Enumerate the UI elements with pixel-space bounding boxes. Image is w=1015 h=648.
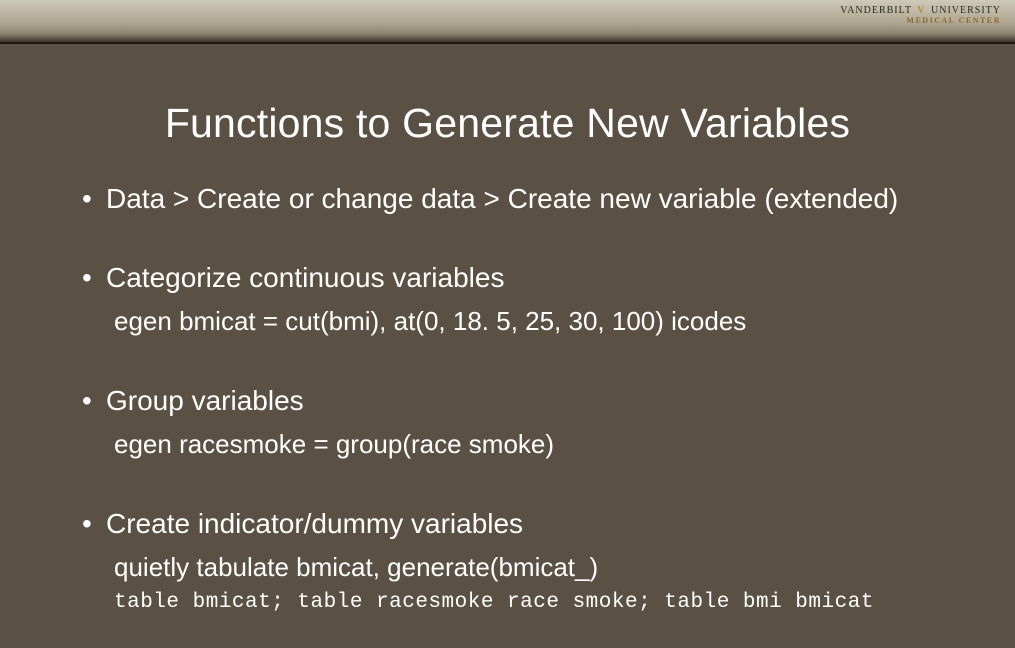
bullet-text: Data > Create or change data > Create ne… [106, 183, 898, 214]
bullet-item: Data > Create or change data > Create ne… [82, 181, 995, 216]
slide-title: Functions to Generate New Variables [0, 100, 1015, 147]
bullet-sub: quietly tabulate bmicat, generate(bmicat… [106, 551, 995, 585]
bullet-code: table bmicat; table racesmoke race smoke… [106, 590, 995, 616]
logo-text-right: UNIVERSITY [931, 5, 1001, 16]
bullet-item: Categorize continuous variables egen bmi… [82, 260, 995, 339]
bullet-item: Group variables egen racesmoke = group(r… [82, 383, 995, 462]
bullet-text: Categorize continuous variables [106, 262, 504, 293]
logo-v-icon: V [917, 5, 925, 16]
bullet-sub: egen bmicat = cut(bmi), at(0, 18. 5, 25,… [106, 305, 995, 339]
logo-subtext: MEDICAL CENTER [840, 17, 1001, 25]
bullet-text: Create indicator/dummy variables [106, 508, 523, 539]
bullet-text: Group variables [106, 385, 304, 416]
slide-content: Functions to Generate New Variables Data… [0, 100, 1015, 617]
header-band: VANDERBILT V UNIVERSITY MEDICAL CENTER [0, 0, 1015, 44]
bullet-item: Create indicator/dummy variables quietly… [82, 506, 995, 617]
bullet-list: Data > Create or change data > Create ne… [0, 181, 1015, 617]
logo-text-left: VANDERBILT [840, 5, 912, 16]
bullet-sub: egen racesmoke = group(race smoke) [106, 428, 995, 462]
vanderbilt-logo: VANDERBILT V UNIVERSITY MEDICAL CENTER [840, 6, 1001, 25]
